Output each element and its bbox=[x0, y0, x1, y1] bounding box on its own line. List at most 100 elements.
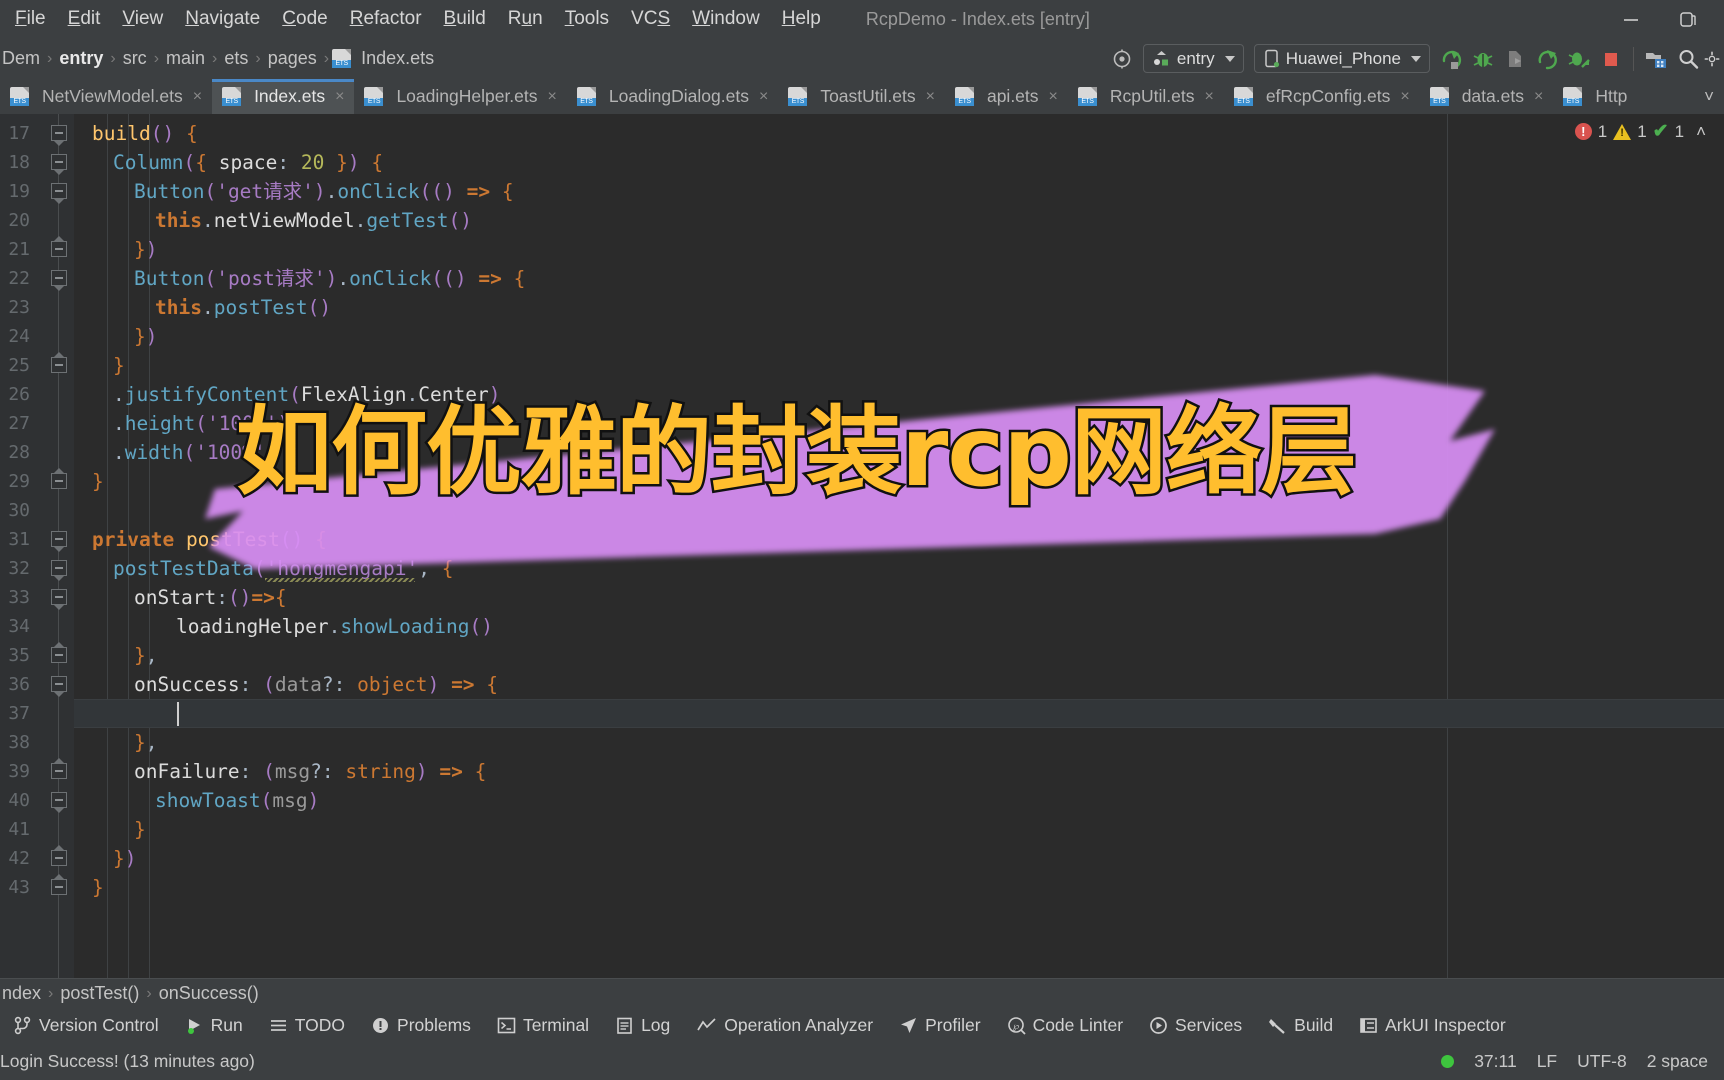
tool-window-version-control[interactable]: Version Control bbox=[0, 1015, 172, 1036]
bottom-breadcrumb-item-1[interactable]: postTest() bbox=[56, 983, 143, 1004]
navigation-toolbar: Dem › entry › src › main › ets › pages ›… bbox=[0, 38, 1724, 79]
tool-window-code-linter[interactable]: ℘ Code Linter bbox=[994, 1015, 1136, 1036]
breadcrumb-item-4[interactable]: ets bbox=[220, 48, 252, 69]
close-icon[interactable]: × bbox=[926, 88, 935, 106]
tool-window-services[interactable]: Services bbox=[1136, 1015, 1255, 1036]
stop-button[interactable] bbox=[1595, 43, 1627, 75]
run-configuration-selector[interactable]: entry bbox=[1142, 44, 1244, 73]
menu-vcs[interactable]: VCS bbox=[620, 4, 681, 34]
tool-window-profiler[interactable]: Profiler bbox=[886, 1015, 993, 1036]
line-separator[interactable]: LF bbox=[1537, 1051, 1557, 1072]
editor-tab[interactable]: api.ets × bbox=[945, 79, 1068, 114]
inspection-widget[interactable]: ! 1 1 ✔ 1 ˄ bbox=[1574, 120, 1706, 143]
breadcrumb-item-3[interactable]: main bbox=[162, 48, 209, 69]
code-token: ) bbox=[124, 847, 137, 870]
menu-tools[interactable]: Tools bbox=[554, 4, 620, 34]
right-margin-line bbox=[1447, 114, 1448, 978]
file-encoding[interactable]: UTF-8 bbox=[1577, 1051, 1627, 1072]
breadcrumb-item-5[interactable]: pages bbox=[264, 48, 321, 69]
fold-toggle[interactable] bbox=[51, 642, 67, 663]
fold-toggle[interactable] bbox=[51, 154, 67, 175]
search-everywhere-button[interactable] bbox=[1672, 43, 1704, 75]
breadcrumb-item-1[interactable]: entry bbox=[55, 48, 107, 69]
fold-toggle[interactable] bbox=[51, 874, 67, 895]
menu-help[interactable]: Help bbox=[771, 4, 832, 34]
close-icon[interactable]: × bbox=[759, 88, 768, 106]
menu-navigate[interactable]: Navigate bbox=[174, 4, 271, 34]
menu-edit[interactable]: Edit bbox=[57, 4, 112, 34]
close-icon[interactable]: × bbox=[1400, 88, 1409, 106]
target-icon[interactable] bbox=[1106, 43, 1138, 75]
fold-toggle[interactable] bbox=[51, 589, 67, 610]
code-token: Button bbox=[134, 180, 205, 203]
fold-toggle[interactable] bbox=[51, 236, 67, 257]
breadcrumb-item-2[interactable]: src bbox=[119, 48, 151, 69]
menu-run[interactable]: Run bbox=[497, 4, 554, 34]
editor-tab[interactable]: NetViewModel.ets × bbox=[0, 79, 212, 114]
fold-toggle[interactable] bbox=[51, 352, 67, 373]
close-icon[interactable]: × bbox=[335, 88, 344, 106]
tool-window-operation-analyzer[interactable]: Operation Analyzer bbox=[683, 1015, 886, 1036]
tool-window-label: Build bbox=[1294, 1014, 1334, 1035]
bottom-breadcrumb-item-0[interactable]: ndex bbox=[0, 983, 45, 1004]
tool-window-run[interactable]: Run bbox=[172, 1015, 256, 1036]
indent-setting[interactable]: 2 space bbox=[1647, 1051, 1708, 1072]
minimize-button[interactable] bbox=[1620, 8, 1642, 30]
editor-tab[interactable]: ToastUtil.ets × bbox=[778, 79, 945, 114]
tool-window-arkui-inspector[interactable]: ArkUI Inspector bbox=[1346, 1015, 1519, 1036]
settings-button[interactable] bbox=[1704, 43, 1720, 75]
code-editor[interactable]: 17 18 19 20 21 22 23 24 25 26 27 28 29 30 31 32 33 34 35 36… bbox=[0, 114, 1724, 978]
fold-toggle[interactable] bbox=[51, 676, 67, 697]
restore-button[interactable] bbox=[1676, 8, 1698, 30]
bottom-breadcrumb-item-2[interactable]: onSuccess() bbox=[155, 983, 263, 1004]
close-icon[interactable]: × bbox=[193, 88, 202, 106]
editor-tab[interactable]: LoadingHelper.ets × bbox=[354, 79, 566, 114]
chevron-up-icon[interactable]: ˄ bbox=[1696, 122, 1706, 142]
fold-toggle[interactable] bbox=[51, 792, 67, 813]
menu-window[interactable]: Window bbox=[681, 4, 771, 34]
close-icon[interactable]: × bbox=[1049, 88, 1058, 106]
editor-tab[interactable]: Http bbox=[1553, 79, 1637, 114]
run-with-coverage-button[interactable] bbox=[1499, 43, 1531, 75]
breadcrumb-item-0[interactable]: Dem bbox=[0, 48, 44, 69]
close-icon[interactable]: × bbox=[1204, 88, 1213, 106]
tool-window-problems[interactable]: Problems bbox=[358, 1015, 484, 1036]
debug-button[interactable] bbox=[1467, 43, 1499, 75]
fold-toggle[interactable] bbox=[51, 758, 67, 779]
run-button[interactable] bbox=[1435, 43, 1467, 75]
menu-view[interactable]: View bbox=[111, 4, 174, 34]
breadcrumb-item-6[interactable]: Index.ets bbox=[357, 48, 438, 69]
editor-tab[interactable]: Index.ets × bbox=[212, 79, 355, 114]
fold-toggle[interactable] bbox=[51, 270, 67, 291]
editor-code-area[interactable]: build() {Column({ space: 20 }) {Button('… bbox=[74, 114, 1724, 978]
tool-window-log[interactable]: Log bbox=[602, 1015, 683, 1036]
menu-refactor[interactable]: Refactor bbox=[339, 4, 433, 34]
more-tabs-button[interactable]: ˅ bbox=[1694, 79, 1724, 114]
tool-window-terminal[interactable]: Terminal bbox=[484, 1015, 602, 1036]
attach-debugger-button[interactable] bbox=[1563, 43, 1595, 75]
project-structure-button[interactable] bbox=[1640, 43, 1672, 75]
caret-position[interactable]: 37:11 bbox=[1474, 1051, 1517, 1072]
editor-tab[interactable]: data.ets × bbox=[1420, 79, 1554, 114]
fold-toggle[interactable] bbox=[51, 531, 67, 552]
fold-toggle[interactable] bbox=[51, 560, 67, 581]
fold-toggle[interactable] bbox=[51, 468, 67, 489]
editor-tab[interactable]: LoadingDialog.ets × bbox=[567, 79, 778, 114]
tool-window-build[interactable]: Build bbox=[1255, 1015, 1346, 1036]
fold-toggle[interactable] bbox=[51, 125, 67, 146]
editor-tab[interactable]: RcpUtil.ets × bbox=[1068, 79, 1224, 114]
fold-toggle[interactable] bbox=[51, 183, 67, 204]
close-icon[interactable]: × bbox=[1534, 88, 1543, 106]
device-selector[interactable]: Huawei_Phone bbox=[1253, 44, 1430, 73]
rerun-button[interactable] bbox=[1531, 43, 1563, 75]
terminal-icon bbox=[497, 1016, 516, 1035]
editor-gutter[interactable]: 17 18 19 20 21 22 23 24 25 26 27 28 29 30 31 32 33 34 35 36… bbox=[0, 114, 74, 978]
fold-toggle[interactable] bbox=[51, 845, 67, 866]
menu-file[interactable]: File bbox=[4, 4, 57, 34]
menu-code[interactable]: Code bbox=[271, 4, 338, 34]
close-icon[interactable]: × bbox=[548, 88, 557, 106]
menu-build[interactable]: Build bbox=[433, 4, 497, 34]
tool-window-todo[interactable]: TODO bbox=[256, 1015, 358, 1036]
editor-tab[interactable]: efRcpConfig.ets × bbox=[1224, 79, 1420, 114]
